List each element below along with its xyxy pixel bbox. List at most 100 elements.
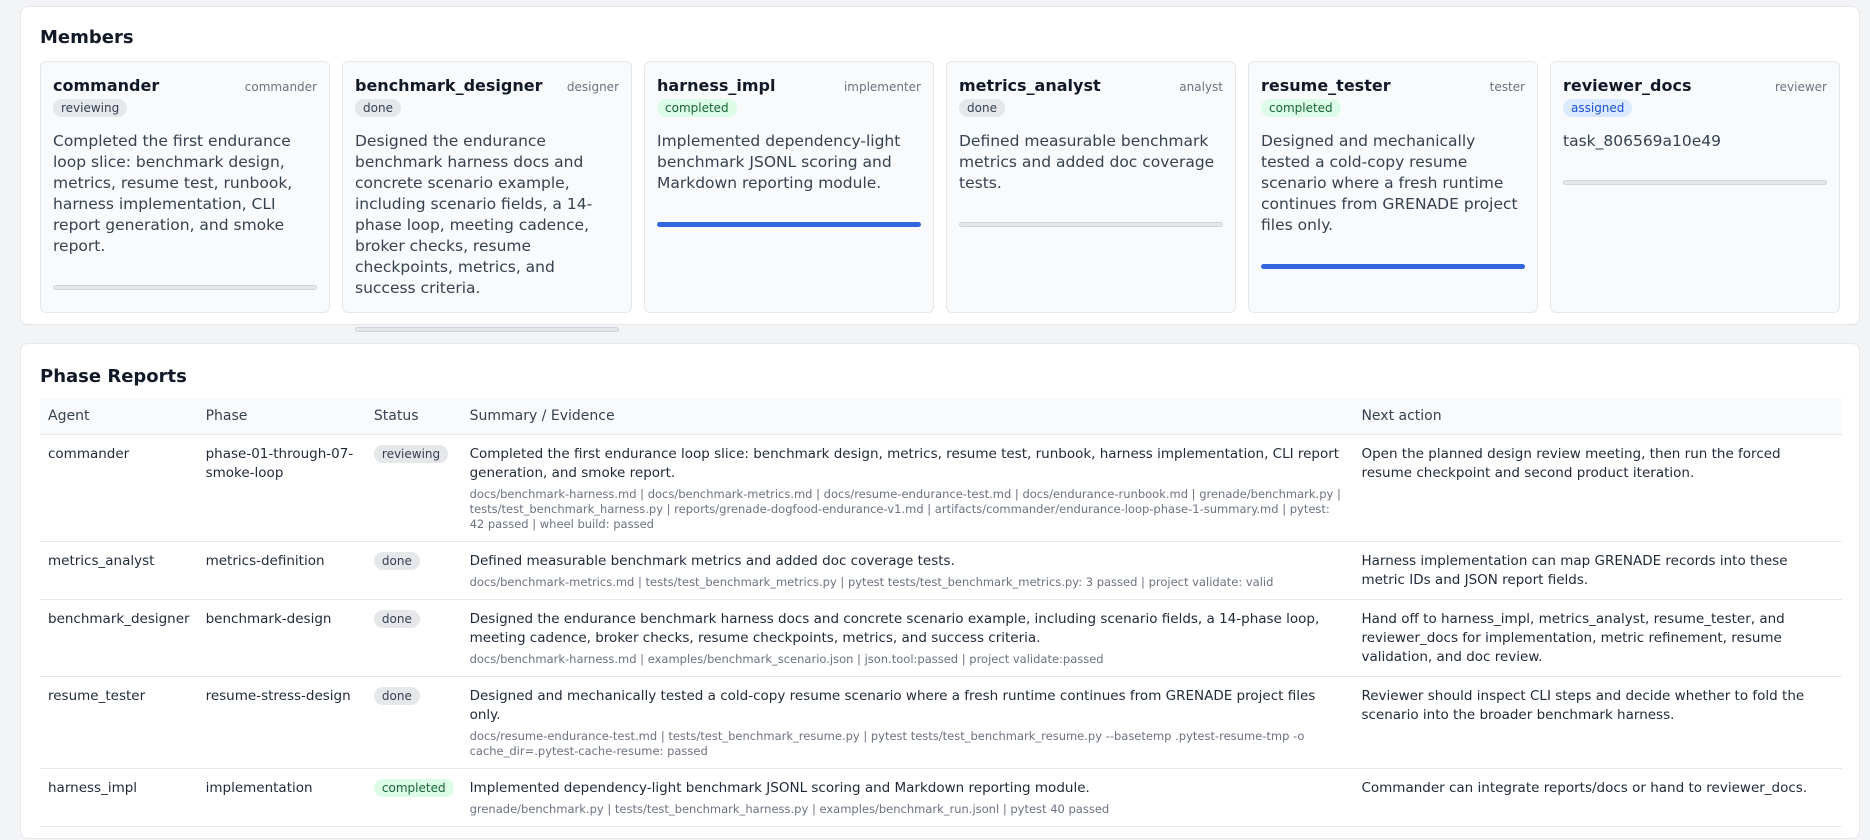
table-row: resume_tester resume-stress-design done Des… <box>40 676 1842 769</box>
member-card[interactable]: benchmark_designer designer done Designed t… <box>342 61 632 332</box>
progress-bar <box>959 222 1223 227</box>
progress-fill <box>1261 264 1525 269</box>
row-summary-cell: Implemented dependency-light benchmark J… <box>461 768 1354 827</box>
row-next-action: Open the planned design review meeting, … <box>1353 434 1842 542</box>
member-summary: Designed the endurance benchmark harness… <box>355 132 593 297</box>
row-agent: resume_tester <box>40 676 198 769</box>
member-summary: task_806569a10e49 <box>1563 132 1722 150</box>
row-status-cell: done <box>365 541 462 600</box>
member-card-header: metrics_analyst analyst <box>959 76 1223 95</box>
row-summary: Designed and mechanically tested a cold-… <box>469 687 1316 723</box>
table-row: commander phase-01-through-07-smoke-loop r… <box>40 434 1842 542</box>
row-agent: metrics_analyst <box>40 541 198 600</box>
row-status-cell: completed <box>365 768 462 827</box>
member-summary: Implemented dependency-light benchmark J… <box>657 132 901 192</box>
row-summary: Completed the first endurance loop slice… <box>469 445 1340 481</box>
row-phase: metrics-definition <box>197 541 366 600</box>
progress-fill <box>657 222 921 227</box>
row-status-cell: reviewing <box>365 434 462 542</box>
progress-bar <box>657 222 921 227</box>
row-status-cell: done <box>365 599 462 677</box>
row-summary-cell: Designed and mechanically tested a cold-… <box>461 676 1354 769</box>
status-badge: done <box>959 99 1005 117</box>
member-role: implementer <box>843 80 921 94</box>
member-role: designer <box>566 80 619 94</box>
member-role: tester <box>1489 80 1525 94</box>
member-card[interactable]: resume_tester tester completed Designed and… <box>1248 61 1538 313</box>
member-card-header: reviewer_docs reviewer <box>1563 76 1827 95</box>
member-name: commander <box>53 76 160 95</box>
status-badge: done <box>373 609 420 628</box>
row-evidence: docs/benchmark-harness.md | examples/ben… <box>469 651 1104 666</box>
member-card[interactable]: metrics_analyst analyst done Defined measur… <box>946 61 1236 313</box>
row-summary: Implemented dependency-light benchmark J… <box>469 779 1090 796</box>
table-row: metrics_analyst metrics-definition done Def… <box>40 541 1842 600</box>
phase-reports-panel: Phase Reports Agent Phase Status Summary… <box>20 343 1860 839</box>
member-summary: Completed the first endurance loop slice… <box>53 132 293 255</box>
member-summary: Designed and mechanically tested a cold-… <box>1261 132 1518 234</box>
status-badge: reviewing <box>373 444 449 463</box>
member-name: resume_tester <box>1261 76 1391 95</box>
row-phase: implementation <box>197 768 366 827</box>
status-badge: done <box>373 551 420 570</box>
member-role: reviewer <box>1774 80 1827 94</box>
status-badge: completed <box>373 778 454 797</box>
row-next-action: Reviewer should inspect CLI steps and de… <box>1353 676 1842 769</box>
row-summary-cell: Designed the endurance benchmark harness… <box>461 599 1354 677</box>
progress-bar <box>355 327 619 332</box>
status-badge: completed <box>657 99 737 117</box>
column-header-next-action: Next action <box>1353 398 1842 435</box>
row-evidence: docs/benchmark-harness.md | docs/benchma… <box>469 486 1341 531</box>
phase-reports-table: Agent Phase Status Summary / Evidence Ne… <box>40 398 1842 827</box>
member-card-header: benchmark_designer designer <box>355 76 619 95</box>
row-evidence: docs/benchmark-metrics.md | tests/test_b… <box>469 574 1274 589</box>
progress-bar <box>53 285 317 290</box>
member-role: commander <box>244 80 317 94</box>
row-next-action: Commander can integrate reports/docs or … <box>1353 768 1842 827</box>
row-summary: Defined measurable benchmark metrics and… <box>469 552 955 569</box>
row-next-action: Hand off to harness_impl, metrics_analys… <box>1353 599 1842 677</box>
status-badge: reviewing <box>53 99 128 117</box>
row-summary-cell: Completed the first endurance loop slice… <box>461 434 1354 542</box>
progress-bar <box>1261 264 1525 269</box>
phase-reports-title: Phase Reports <box>40 366 187 387</box>
row-next-action: Harness implementation can map GRENADE r… <box>1353 541 1842 600</box>
member-card-header: resume_tester tester <box>1261 76 1525 95</box>
row-phase: benchmark-design <box>197 599 366 677</box>
row-phase: phase-01-through-07-smoke-loop <box>197 434 366 542</box>
row-evidence: grenade/benchmark.py | tests/test_benchm… <box>469 801 1110 816</box>
row-status-cell: done <box>365 676 462 769</box>
member-name: benchmark_designer <box>355 76 543 95</box>
row-agent: harness_impl <box>40 768 198 827</box>
progress-bar <box>1563 180 1827 185</box>
members-panel: Members commander commander reviewing Compl… <box>20 6 1860 332</box>
member-cards: commander commander reviewing Completed the… <box>40 61 1840 332</box>
column-header-phase: Phase <box>197 398 366 435</box>
row-agent: benchmark_designer <box>40 599 198 677</box>
row-summary-cell: Defined measurable benchmark metrics and… <box>461 541 1354 600</box>
member-card-header: harness_impl implementer <box>657 76 921 95</box>
status-badge: done <box>373 686 420 705</box>
row-phase: resume-stress-design <box>197 676 366 769</box>
member-name: reviewer_docs <box>1563 76 1692 95</box>
member-card[interactable]: reviewer_docs reviewer assigned task_806569… <box>1550 61 1840 313</box>
table-row: harness_impl implementation completed Imple… <box>40 768 1842 827</box>
row-summary: Designed the endurance benchmark harness… <box>469 610 1320 646</box>
member-role: analyst <box>1179 80 1223 94</box>
member-card[interactable]: commander commander reviewing Completed the… <box>40 61 330 313</box>
member-card-header: commander commander <box>53 76 317 95</box>
row-agent: commander <box>40 434 198 542</box>
member-summary: Defined measurable benchmark metrics and… <box>959 132 1215 192</box>
table-row: benchmark_designer benchmark-design done De… <box>40 599 1842 677</box>
column-header-agent: Agent <box>40 398 198 435</box>
status-badge: completed <box>1261 99 1341 117</box>
table-header-row: Agent Phase Status Summary / Evidence Ne… <box>40 398 1842 435</box>
status-badge: assigned <box>1563 99 1633 117</box>
member-name: metrics_analyst <box>959 76 1101 95</box>
row-evidence: docs/resume-endurance-test.md | tests/te… <box>469 728 1305 758</box>
member-name: harness_impl <box>657 76 776 95</box>
status-badge: done <box>355 99 401 117</box>
column-header-status: Status <box>365 398 462 435</box>
members-title: Members <box>40 27 134 48</box>
member-card[interactable]: harness_impl implementer completed Implemen… <box>644 61 934 313</box>
